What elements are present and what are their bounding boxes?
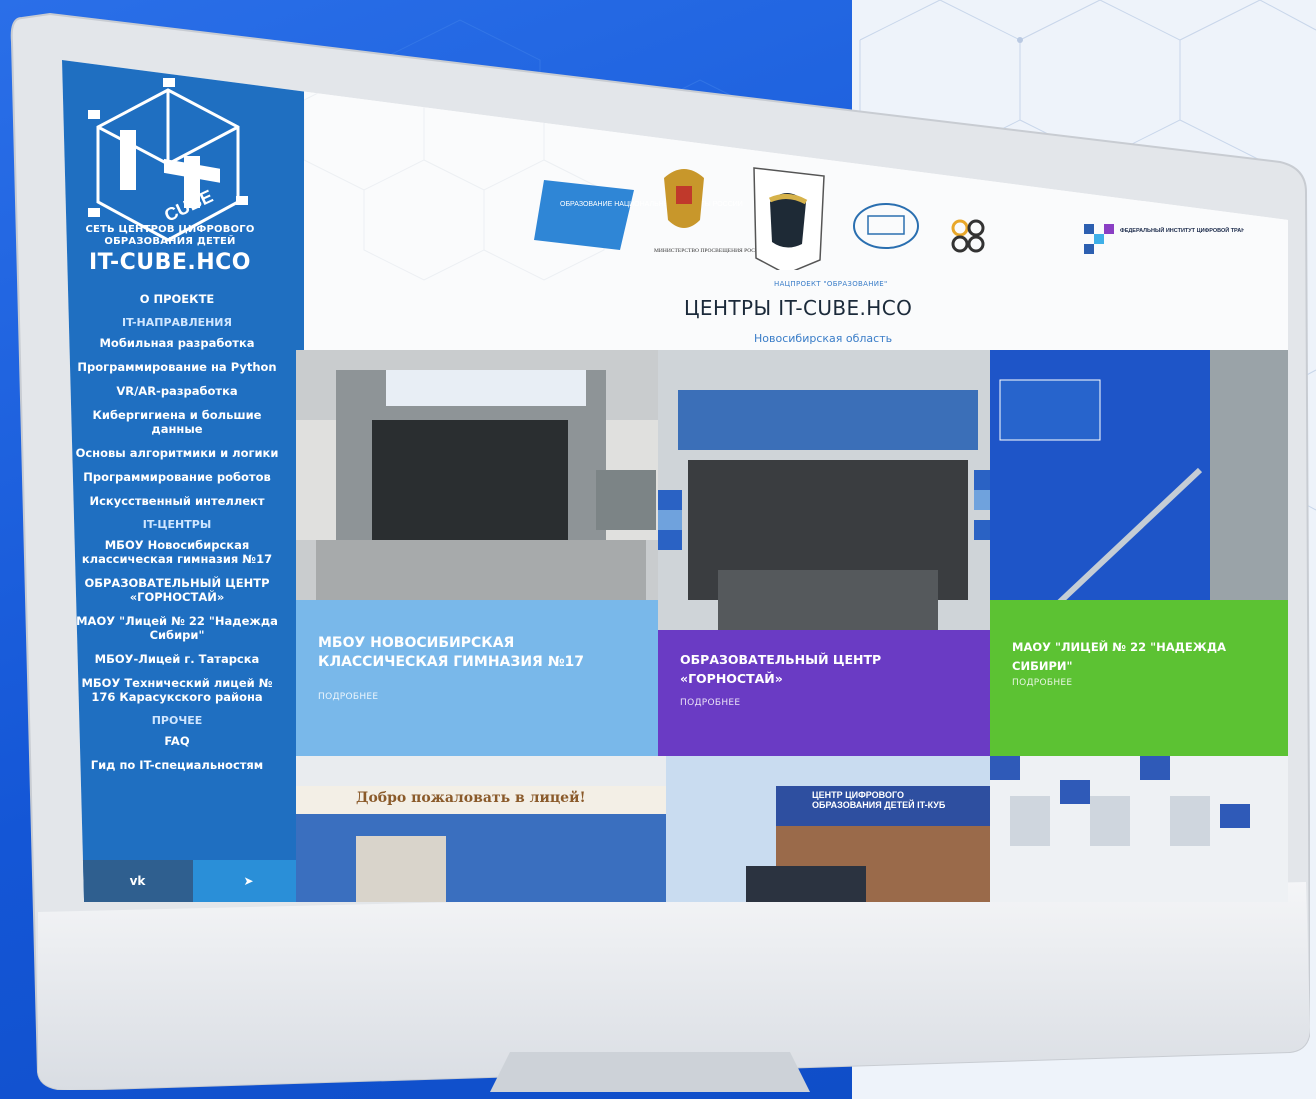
sidebar: CUBE СЕТЬ ЦЕНТРОВ ЦИФРОВОГО ОБРАЗОВАНИЯ … bbox=[62, 60, 304, 902]
card-panel: ОБРАЗОВАТЕЛЬНЫЙ ЦЕНТР «ГОРНОСТАЙ» ПОДРОБ… bbox=[658, 630, 998, 756]
center-card-lyceum-176[interactable]: ЦЕНТР ЦИФРОВОГО ОБРАЗОВАНИЯ ДЕТЕЙ IT-КУБ bbox=[666, 756, 990, 902]
tatarsk-lyceum-photo bbox=[296, 756, 666, 902]
nav-it-guide[interactable]: Гид по IT-специальностям bbox=[72, 758, 282, 772]
nav-python[interactable]: Программирование на Python bbox=[72, 360, 282, 374]
monitor: CUBE СЕТЬ ЦЕНТРОВ ЦИФРОВОГО ОБРАЗОВАНИЯ … bbox=[10, 12, 1310, 1092]
nav-cyber-hygiene[interactable]: Кибергигиена и большие данные bbox=[72, 408, 282, 436]
center-card-extra[interactable] bbox=[990, 756, 1288, 902]
card-more-link[interactable]: ПОДРОБНЕЕ bbox=[680, 698, 740, 708]
nav-mobile-dev[interactable]: Мобильная разработка bbox=[72, 336, 282, 350]
nav-section-directions: IT-НАПРАВЛЕНИЯ bbox=[122, 316, 232, 329]
card-panel: МАОУ "ЛИЦЕЙ № 22 "НАДЕЖДА СИБИРИ" ПОДРОБ… bbox=[990, 600, 1288, 756]
vk-button[interactable]: vk bbox=[82, 860, 193, 902]
region-subtitle: Новосибирская область bbox=[754, 332, 893, 345]
national-projects-logo-text: ОБРАЗОВАНИЕ НАЦИОНАЛЬНЫЕ ПРОЕКТЫ РОССИИ bbox=[560, 201, 743, 208]
center-card-gornostay[interactable]: ОБРАЗОВАТЕЛЬНЫЙ ЦЕНТР «ГОРНОСТАЙ» ПОДРОБ… bbox=[658, 350, 998, 756]
institute-caption: ФЕДЕРАЛЬНЫЙ ИНСТИТУТ ЦИФРОВОЙ ТРАНСФОРМА… bbox=[1120, 226, 1244, 234]
card-title: МАОУ "ЛИЦЕЙ № 22 "НАДЕЖДА СИБИРИ" bbox=[1012, 640, 1226, 673]
nav-lyceum-176[interactable]: МБОУ Технический лицей № 176 Карасукског… bbox=[72, 676, 282, 704]
nav-gymnasium-17[interactable]: МБОУ Новосибирская классическая гимназия… bbox=[72, 538, 282, 566]
card-more-link[interactable]: ПОДРОБНЕЕ bbox=[318, 692, 378, 702]
center-initiatives-logo-icon bbox=[951, 219, 985, 253]
university-seal-icon bbox=[853, 203, 919, 249]
welcome-banner: Добро пожаловать в лицей! bbox=[356, 790, 586, 806]
center-sign: ЦЕНТР ЦИФРОВОГО ОБРАЗОВАНИЯ ДЕТЕЙ IT-КУБ bbox=[812, 790, 946, 810]
monitor-stand bbox=[490, 1052, 810, 1092]
nav-faq[interactable]: FAQ bbox=[72, 734, 282, 748]
telegram-button[interactable]: ➤ bbox=[193, 860, 304, 902]
sidebar-nav: О ПРОЕКТЕ IT-НАПРАВЛЕНИЯ Мобильная разра… bbox=[72, 292, 282, 782]
nav-about[interactable]: О ПРОЕКТЕ bbox=[72, 292, 282, 306]
nav-section-other: ПРОЧЕЕ bbox=[151, 714, 203, 727]
nav-tatarsk[interactable]: МБОУ-Лицей г. Татарска bbox=[72, 652, 282, 666]
gornostay-photo bbox=[658, 350, 998, 630]
nav-vr-ar[interactable]: VR/AR-разработка bbox=[72, 384, 282, 398]
national-projects-logo-icon bbox=[534, 180, 634, 250]
card-panel: МБОУ НОВОСИБИРСКАЯ КЛАССИЧЕСКАЯ ГИМНАЗИЯ… bbox=[296, 600, 666, 756]
card-title: ОБРАЗОВАТЕЛЬНЫЙ ЦЕНТР «ГОРНОСТАЙ» bbox=[680, 652, 882, 686]
page-title: ЦЕНТРЫ IT-CUBE.HCO bbox=[684, 296, 913, 320]
network-name: СЕТЬ ЦЕНТРОВ ЦИФРОВОГО ОБРАЗОВАНИЯ ДЕТЕЙ bbox=[85, 224, 255, 247]
nav-robotics[interactable]: Программирование роботов bbox=[72, 470, 282, 484]
extra-center-photo bbox=[990, 756, 1288, 902]
center-card-lyceum-22[interactable]: МАОУ "ЛИЦЕЙ № 22 "НАДЕЖДА СИБИРИ" ПОДРОБ… bbox=[990, 350, 1288, 756]
novosibirsk-coat-of-arms-icon bbox=[753, 167, 825, 275]
centers-grid: МБОУ НОВОСИБИРСКАЯ КЛАССИЧЕСКАЯ ГИМНАЗИЯ… bbox=[296, 350, 1288, 902]
gymnasium-17-photo bbox=[296, 350, 666, 600]
coat-of-arms-russia-icon bbox=[664, 169, 704, 228]
brand-name: IT-CUBE.HCO bbox=[88, 250, 251, 275]
center-card-gymnasium-17[interactable]: МБОУ НОВОСИБИРСКАЯ КЛАССИЧЕСКАЯ ГИМНАЗИЯ… bbox=[296, 350, 666, 756]
center-card-tatarsk[interactable]: Добро пожаловать в лицей! bbox=[296, 756, 666, 902]
lyceum-176-photo bbox=[666, 756, 990, 902]
card-title: МБОУ НОВОСИБИРСКАЯ КЛАССИЧЕСКАЯ ГИМНАЗИЯ… bbox=[318, 635, 585, 670]
card-more-link[interactable]: ПОДРОБНЕЕ bbox=[1012, 678, 1072, 688]
nav-ai[interactable]: Искусственный интеллект bbox=[72, 494, 282, 508]
project-note: НАЦПРОЕКТ "ОБРАЗОВАНИЕ" bbox=[774, 280, 888, 288]
nav-lyceum-22[interactable]: МАОУ "Лицей № 22 "Надежда Сибири" bbox=[72, 614, 282, 642]
digital-transformation-institute-logo-icon bbox=[1084, 224, 1114, 254]
social-links: vk ➤ bbox=[82, 860, 304, 902]
nav-gornostay[interactable]: ОБРАЗОВАТЕЛЬНЫЙ ЦЕНТР «ГОРНОСТАЙ» bbox=[72, 576, 282, 604]
nav-section-centers: IT-ЦЕНТРЫ bbox=[142, 518, 212, 531]
nav-algorithms[interactable]: Основы алгоритмики и логики bbox=[72, 446, 282, 460]
